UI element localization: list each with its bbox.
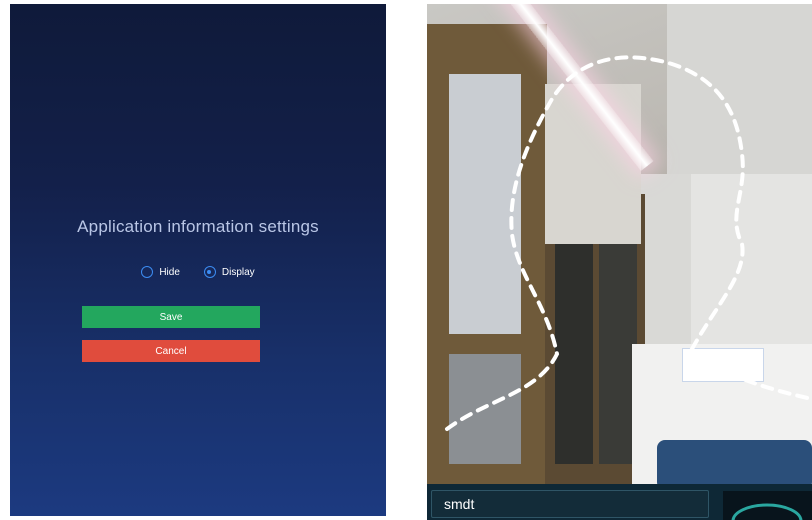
radio-hide-label: Hide (159, 266, 180, 278)
name-input[interactable] (431, 490, 709, 518)
radio-display-icon[interactable] (203, 266, 216, 278)
radio-hide-icon[interactable] (141, 266, 154, 278)
cancel-button[interactable]: Cancel (82, 340, 260, 362)
visibility-radio-group: Hide Display (10, 266, 386, 278)
radio-option-display[interactable]: Display (203, 266, 255, 278)
settings-title: Application information settings (77, 217, 319, 236)
radio-display-label: Display (221, 266, 255, 278)
face-outline-guide (445, 55, 812, 431)
radio-option-hide[interactable]: Hide (141, 266, 180, 278)
save-button[interactable]: Save (82, 306, 260, 328)
settings-panel: Application information settings Hide Di… (10, 4, 386, 516)
camera-view (427, 4, 812, 520)
thumbnail-image-icon (731, 503, 803, 520)
camera-thumbnail[interactable] (723, 491, 812, 520)
